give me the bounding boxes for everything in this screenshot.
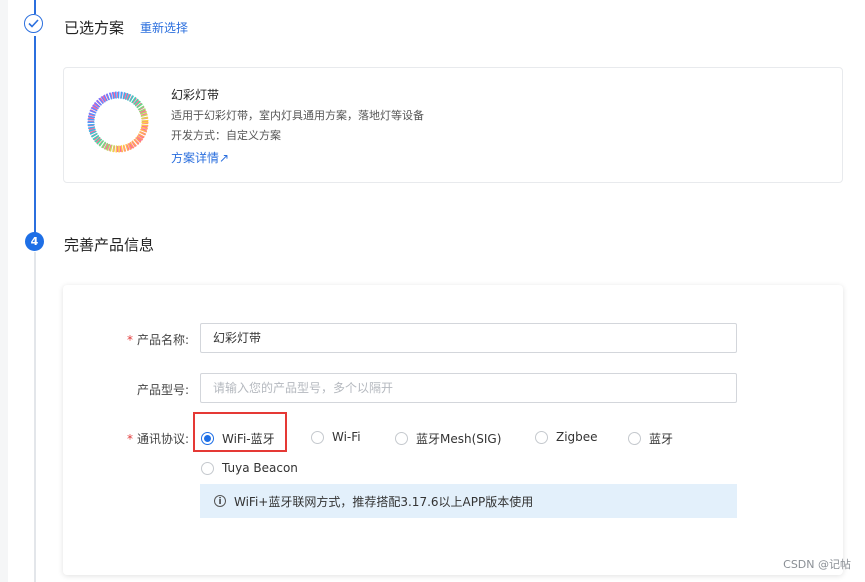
- info-icon: i: [214, 495, 226, 507]
- product-name-label: * 产品名称:: [79, 331, 189, 348]
- watermark: CSDN @记帖: [783, 558, 851, 571]
- protocol-option-label: Wi-Fi: [332, 430, 361, 444]
- stepper-line: [34, 36, 36, 234]
- required-mark: *: [126, 432, 133, 446]
- protocol-radio-bluetooth-mesh[interactable]: 蓝牙Mesh(SIG): [395, 430, 501, 447]
- reselect-link[interactable]: 重新选择: [140, 19, 188, 36]
- annotation-highlight-box: [193, 412, 287, 452]
- protocol-info-bar: i WiFi+蓝牙联网方式，推荐搭配3.17.6以上APP版本使用: [200, 484, 737, 518]
- step-title-product-info: 完善产品信息: [64, 236, 155, 254]
- product-name-input[interactable]: 幻彩灯带: [200, 323, 737, 353]
- rainbow-ring-icon: [87, 91, 149, 153]
- radio-unchecked-icon: [628, 432, 641, 445]
- protocol-radio-tuya-beacon[interactable]: Tuya Beacon: [201, 461, 298, 475]
- product-name-label-text: 产品名称:: [136, 333, 189, 347]
- stepper-line: [34, 252, 36, 582]
- radio-unchecked-icon: [395, 432, 408, 445]
- protocol-option-label: 蓝牙: [649, 432, 674, 446]
- solution-name: 幻彩灯带: [171, 88, 220, 102]
- required-mark: *: [126, 333, 133, 347]
- product-model-input[interactable]: [200, 373, 737, 403]
- protocol-radio-wifi[interactable]: Wi-Fi: [311, 430, 361, 444]
- step-number-badge: 4: [25, 232, 44, 251]
- radio-unchecked-icon: [311, 430, 324, 444]
- radio-unchecked-icon: [201, 461, 214, 475]
- protocol-option-label: Tuya Beacon: [222, 461, 298, 475]
- stepper-line: [34, 0, 36, 14]
- solution-dev-mode: 开发方式：自定义方案: [171, 129, 281, 142]
- protocol-info-text: WiFi+蓝牙联网方式，推荐搭配3.17.6以上APP版本使用: [234, 494, 534, 509]
- protocol-radio-zigbee[interactable]: Zigbee: [535, 430, 598, 444]
- product-model-label: 产品型号:: [136, 383, 189, 397]
- radio-unchecked-icon: [535, 430, 548, 444]
- step-title-selected-solution: 已选方案: [64, 19, 125, 37]
- protocol-option-label: Zigbee: [556, 430, 598, 444]
- protocol-option-label: 蓝牙Mesh(SIG): [416, 432, 502, 446]
- protocol-radio-bluetooth[interactable]: 蓝牙: [628, 430, 673, 447]
- solution-details-link[interactable]: 方案详情↗: [171, 149, 229, 166]
- solution-description: 适用于幻彩灯带，室内灯具通用方案，落地灯等设备: [171, 109, 424, 122]
- step-complete-check-icon: [24, 14, 43, 33]
- protocol-label-text: 通讯协议:: [136, 432, 189, 446]
- protocol-label: * 通讯协议:: [79, 430, 189, 447]
